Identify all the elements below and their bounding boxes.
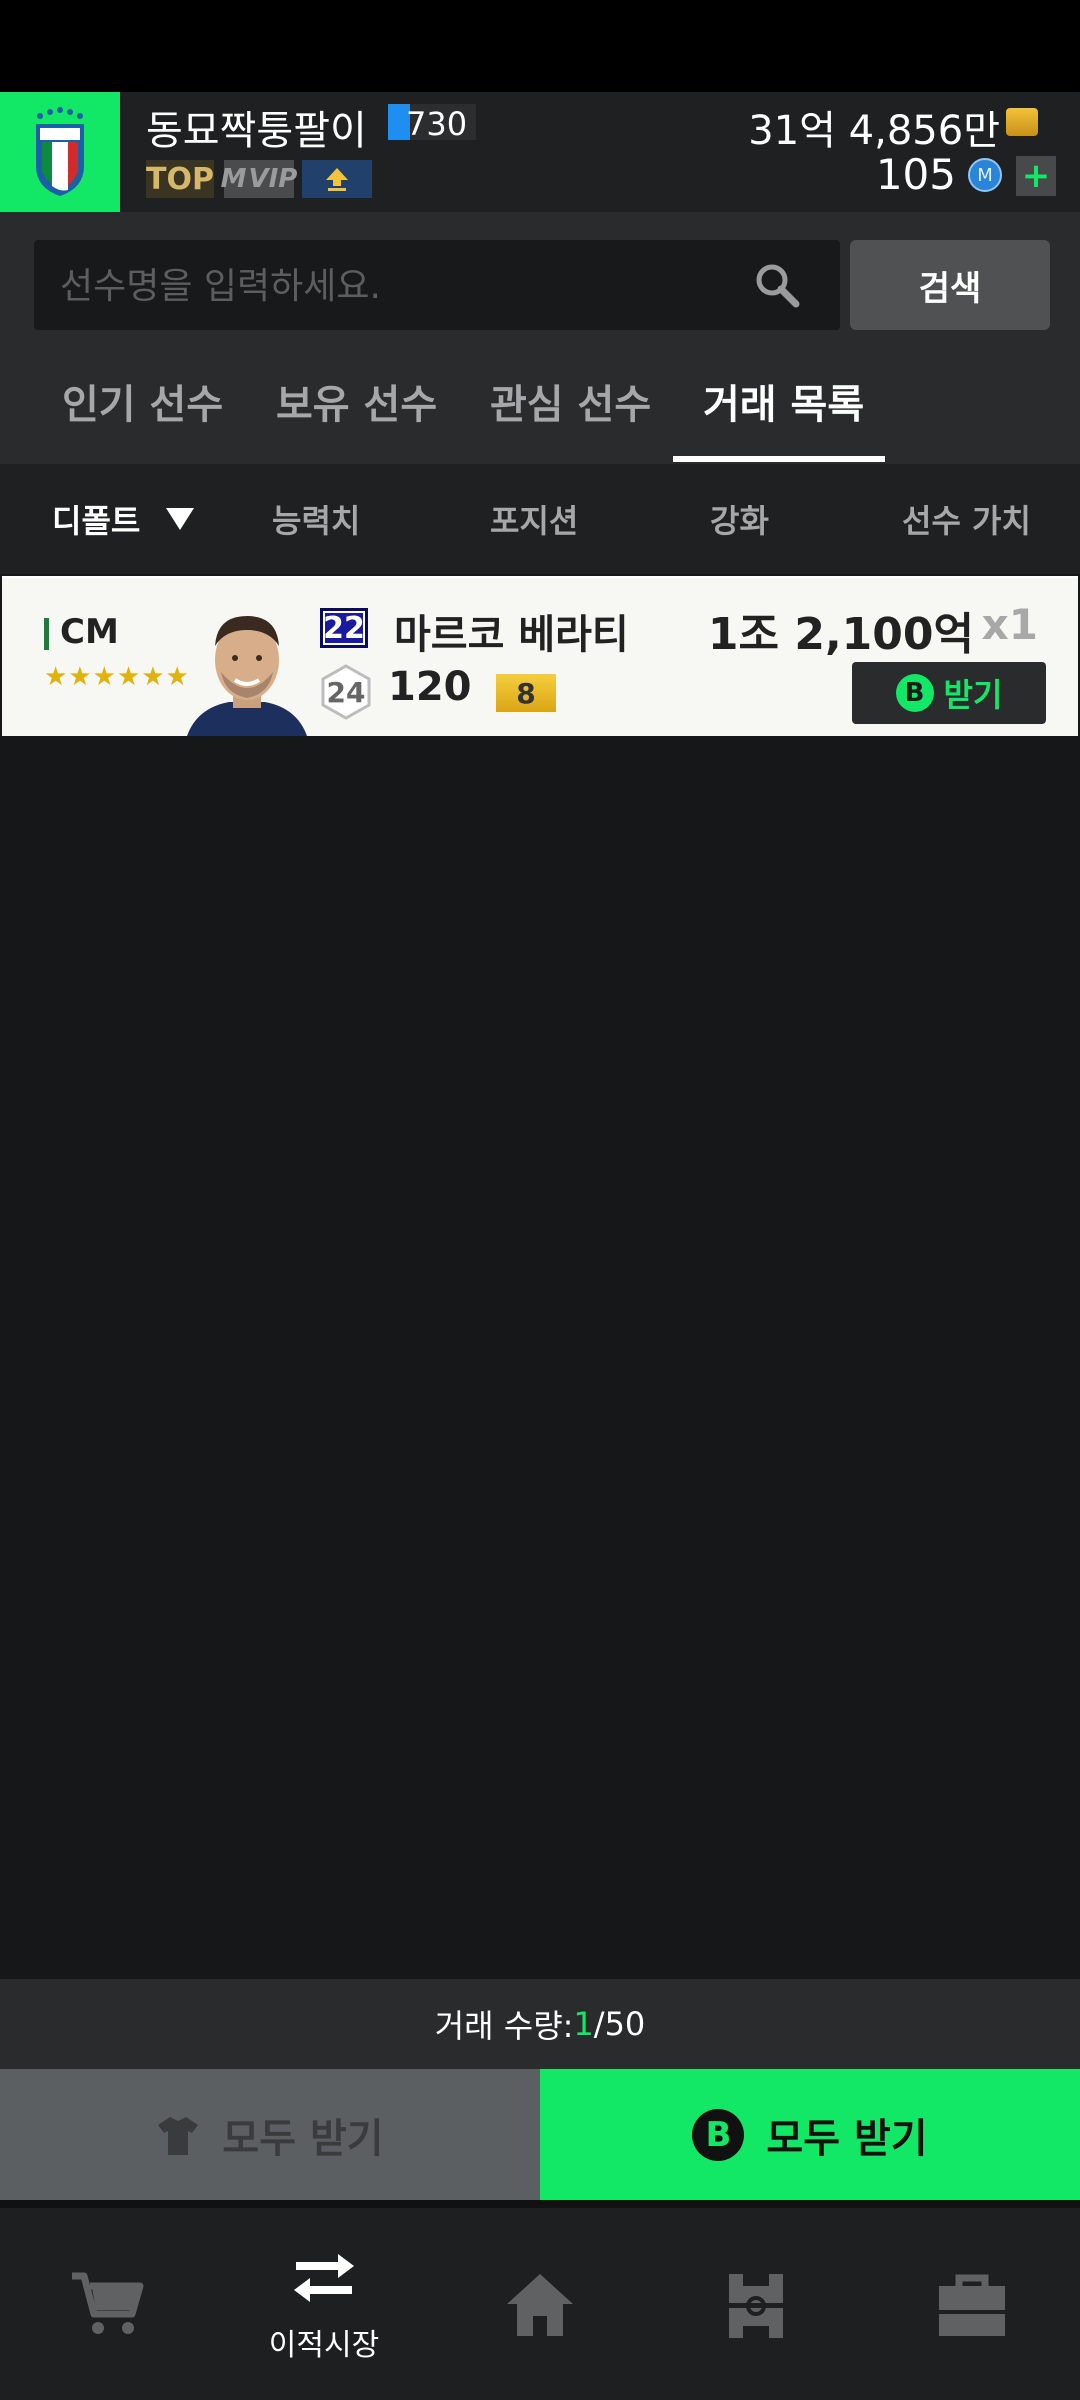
player-face-image xyxy=(187,616,307,736)
trade-count-max: /50 xyxy=(593,2005,646,2043)
level-up-tag[interactable] xyxy=(302,160,372,198)
level-badge: 730 xyxy=(388,104,476,143)
shop-icon xyxy=(939,2274,1005,2336)
sort-bar: 디폴트 능력치 포지션 강화 선수 가치 xyxy=(0,464,1080,574)
player-stars: ★★★★★★ xyxy=(44,662,190,692)
player-ovr: 120 xyxy=(388,664,472,710)
tab-popular-players[interactable]: 인기 선수 xyxy=(62,372,223,430)
search-field[interactable] xyxy=(34,240,840,332)
player-position: CM xyxy=(60,612,119,652)
salary-hex-badge: 24 xyxy=(320,664,372,724)
season-badge: 22 xyxy=(320,608,368,648)
nav-home[interactable] xyxy=(432,2208,648,2400)
search-area: 검색 인기 선수 보유 선수 관심 선수 거래 목록 xyxy=(0,212,1080,464)
sort-position[interactable]: 포지션 xyxy=(490,496,578,542)
salary-value: 24 xyxy=(326,676,366,709)
sort-player-value[interactable]: 선수 가치 xyxy=(902,496,1031,542)
home-icon xyxy=(507,2274,573,2336)
tab-owned-players[interactable]: 보유 선수 xyxy=(276,372,437,430)
nav-transfer-market-label: 이적시장 xyxy=(268,2328,380,2363)
enhancement-grade-badge: 8 xyxy=(496,674,556,712)
player-price: 1조 2,100억 xyxy=(707,609,974,660)
tab-watchlist-players[interactable]: 관심 선수 xyxy=(490,372,651,430)
level-value: 730 xyxy=(406,105,468,143)
cart-icon xyxy=(72,2272,144,2334)
vip-tag[interactable]: M VIP xyxy=(220,160,297,198)
player-quantity: x1 xyxy=(981,600,1038,649)
nav-transfer-market[interactable]: 이적시장 xyxy=(216,2208,432,2400)
vip-m-icon: M xyxy=(220,164,247,194)
nav-inventory[interactable] xyxy=(864,2208,1080,2400)
money-amount: 31억 4,856만 xyxy=(748,108,1000,154)
trade-count-current: 1 xyxy=(573,2005,594,2043)
receive-all-coins-button[interactable]: B 모두 받기 xyxy=(540,2069,1080,2200)
mc-icon: M xyxy=(968,158,1002,192)
sort-ability[interactable]: 능력치 xyxy=(272,496,360,542)
search-icon[interactable] xyxy=(754,262,800,308)
username: 동묘짝퉁팔이 xyxy=(146,108,367,154)
italia-crest-icon xyxy=(36,107,84,196)
b-coin-icon: B xyxy=(895,674,934,712)
transfer-icon xyxy=(294,2254,354,2302)
mc-amount: 105 xyxy=(875,150,956,199)
receive-label: 받기 xyxy=(943,676,1003,714)
sort-enhancement[interactable]: 강화 xyxy=(710,496,769,542)
divider xyxy=(0,2200,1080,2208)
player-portrait xyxy=(177,602,317,736)
sort-default[interactable]: 디폴트 xyxy=(52,496,140,542)
list-item[interactable]: CM ★★★★★★ 22 마르코 베라티 24 120 8 1조 2,100억 … xyxy=(2,576,1078,736)
add-mc-button[interactable]: + xyxy=(1016,156,1056,196)
tab-trade-list[interactable]: 거래 목록 xyxy=(703,372,864,430)
top-tag[interactable]: TOP xyxy=(146,160,214,198)
header: 동묘짝퉁팔이 730 TOP M VIP 31억 4,856만 105 M + xyxy=(0,92,1080,212)
dropdown-arrow-icon[interactable] xyxy=(166,508,194,530)
trade-count-bar: 거래 수량: 1/50 xyxy=(0,1979,1080,2069)
receive-button[interactable]: B 받기 xyxy=(852,662,1046,724)
position-color-bar xyxy=(44,618,49,650)
nav-squad[interactable] xyxy=(648,2208,864,2400)
club-badge[interactable] xyxy=(0,92,120,212)
coin-icon xyxy=(1006,108,1038,136)
field-icon xyxy=(729,2274,783,2338)
receive-all-players-button[interactable]: 모두 받기 xyxy=(0,2069,540,2200)
jersey-icon xyxy=(158,2116,199,2155)
active-tab-indicator xyxy=(673,456,885,462)
player-name: 마르코 베라티 xyxy=(394,612,629,658)
bottom-nav: 이적시장 xyxy=(0,2208,1080,2400)
vip-label: VIP xyxy=(248,164,298,194)
receive-all-green-label: 모두 받기 xyxy=(766,2115,928,2162)
trade-count-label: 거래 수량: xyxy=(434,2007,574,2045)
b-coin-icon: B xyxy=(692,2108,745,2161)
search-input[interactable] xyxy=(58,240,742,332)
nav-store[interactable] xyxy=(0,2208,216,2400)
receive-all-gray-label: 모두 받기 xyxy=(222,2115,384,2162)
search-button[interactable]: 검색 xyxy=(850,240,1050,330)
trade-list: CM ★★★★★★ 22 마르코 베라티 24 120 8 1조 2,100억 … xyxy=(0,574,1080,1979)
arrow-up-icon xyxy=(326,168,348,191)
status-bar xyxy=(0,0,1080,92)
